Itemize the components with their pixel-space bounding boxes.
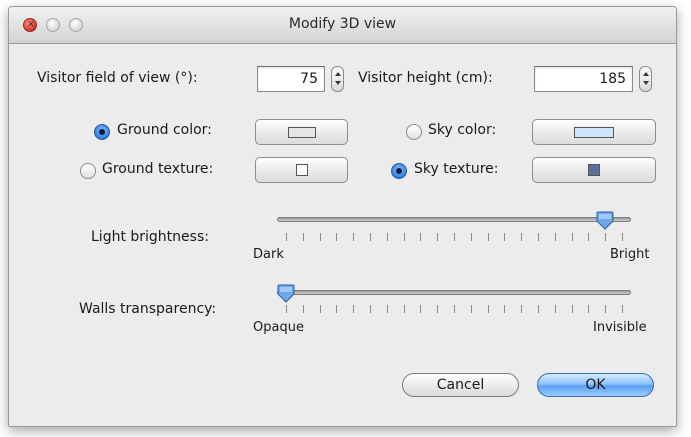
ground-color-radio[interactable] bbox=[94, 124, 110, 140]
slider-tick bbox=[386, 305, 388, 313]
sky-texture-swatch bbox=[588, 164, 600, 176]
stepper-up-icon bbox=[643, 72, 649, 76]
cancel-button[interactable]: Cancel bbox=[402, 373, 519, 397]
slider-tick bbox=[319, 305, 321, 313]
ground-texture-label: Ground texture: bbox=[102, 161, 214, 177]
slider-tick bbox=[521, 233, 523, 241]
ok-button[interactable]: OK bbox=[537, 373, 654, 397]
sky-texture-radio[interactable] bbox=[391, 163, 407, 179]
slider-tick bbox=[588, 305, 590, 313]
stepper-down-icon bbox=[643, 81, 649, 85]
slider-tick bbox=[487, 305, 489, 313]
sky-texture-button[interactable] bbox=[532, 157, 656, 183]
slider-tick bbox=[554, 233, 556, 241]
slider-tick bbox=[353, 233, 355, 241]
slider-tick bbox=[504, 305, 506, 313]
ground-texture-swatch bbox=[296, 164, 308, 176]
light-brightness-slider-thumb[interactable] bbox=[596, 211, 614, 230]
walls-transparency-label: Walls transparency: bbox=[79, 301, 217, 317]
slider-tick bbox=[487, 233, 489, 241]
sky-texture-label: Sky texture: bbox=[414, 161, 499, 177]
title-bar: ✕ Modify 3D view bbox=[9, 7, 676, 44]
slider-tick bbox=[302, 305, 304, 313]
stepper-down-icon bbox=[335, 81, 341, 85]
field-of-view-stepper[interactable] bbox=[331, 66, 344, 92]
light-brightness-min-label: Dark bbox=[253, 247, 284, 262]
slider-thumb-icon bbox=[277, 284, 295, 303]
slider-tick bbox=[420, 305, 422, 313]
slider-tick bbox=[336, 233, 338, 241]
sky-color-label: Sky color: bbox=[428, 122, 497, 138]
ground-color-button[interactable] bbox=[255, 119, 348, 145]
light-brightness-max-label: Bright bbox=[610, 247, 650, 262]
slider-tick bbox=[605, 233, 607, 241]
walls-transparency-max-label: Invisible bbox=[593, 320, 647, 335]
visitor-height-label: Visitor height (cm): bbox=[358, 70, 493, 86]
visitor-height-input[interactable]: 185 bbox=[534, 66, 633, 92]
slider-tick bbox=[370, 305, 371, 313]
slider-tick bbox=[470, 233, 472, 241]
sky-color-button[interactable] bbox=[532, 119, 656, 145]
walls-transparency-slider-thumb[interactable] bbox=[277, 284, 295, 303]
slider-tick bbox=[538, 305, 539, 313]
slider-tick bbox=[319, 233, 321, 241]
slider-tick bbox=[386, 233, 388, 241]
visitor-height-stepper[interactable] bbox=[639, 66, 652, 92]
modify-3d-view-dialog: ✕ Modify 3D view Visitor field of view (… bbox=[8, 6, 677, 427]
slider-tick bbox=[571, 305, 573, 313]
window-title: Modify 3D view bbox=[288, 16, 397, 32]
slider-tick bbox=[454, 305, 455, 313]
slider-tick bbox=[538, 233, 539, 241]
slider-tick bbox=[571, 233, 573, 241]
slider-thumb-icon bbox=[596, 211, 614, 230]
light-brightness-label: Light brightness: bbox=[91, 229, 209, 245]
ground-color-swatch bbox=[288, 127, 316, 138]
sky-color-radio[interactable] bbox=[406, 124, 422, 140]
field-of-view-input[interactable]: 75 bbox=[257, 66, 325, 92]
walls-transparency-min-label: Opaque bbox=[253, 320, 304, 335]
slider-tick bbox=[437, 233, 439, 241]
slider-tick bbox=[302, 233, 304, 241]
slider-tick bbox=[622, 233, 623, 241]
ground-texture-button[interactable] bbox=[255, 157, 348, 183]
slider-tick bbox=[353, 305, 355, 313]
slider-tick bbox=[286, 305, 287, 313]
slider-tick bbox=[370, 233, 371, 241]
ground-color-label: Ground color: bbox=[117, 122, 212, 138]
stepper-up-icon bbox=[335, 72, 341, 76]
slider-tick bbox=[403, 305, 405, 313]
slider-tick bbox=[286, 233, 287, 241]
slider-tick bbox=[605, 305, 607, 313]
slider-tick bbox=[504, 233, 506, 241]
slider-tick bbox=[336, 305, 338, 313]
slider-tick bbox=[554, 305, 556, 313]
slider-tick bbox=[403, 233, 405, 241]
light-brightness-track[interactable] bbox=[277, 217, 631, 222]
slider-tick bbox=[454, 233, 455, 241]
slider-tick bbox=[622, 305, 623, 313]
slider-tick bbox=[470, 305, 472, 313]
slider-tick bbox=[521, 305, 523, 313]
ground-texture-radio[interactable] bbox=[80, 163, 96, 179]
slider-tick bbox=[437, 305, 439, 313]
walls-transparency-track[interactable] bbox=[277, 290, 631, 295]
slider-tick bbox=[588, 233, 590, 241]
sky-color-swatch bbox=[574, 127, 614, 138]
slider-tick bbox=[420, 233, 422, 241]
field-of-view-label: Visitor field of view (°): bbox=[37, 70, 198, 86]
